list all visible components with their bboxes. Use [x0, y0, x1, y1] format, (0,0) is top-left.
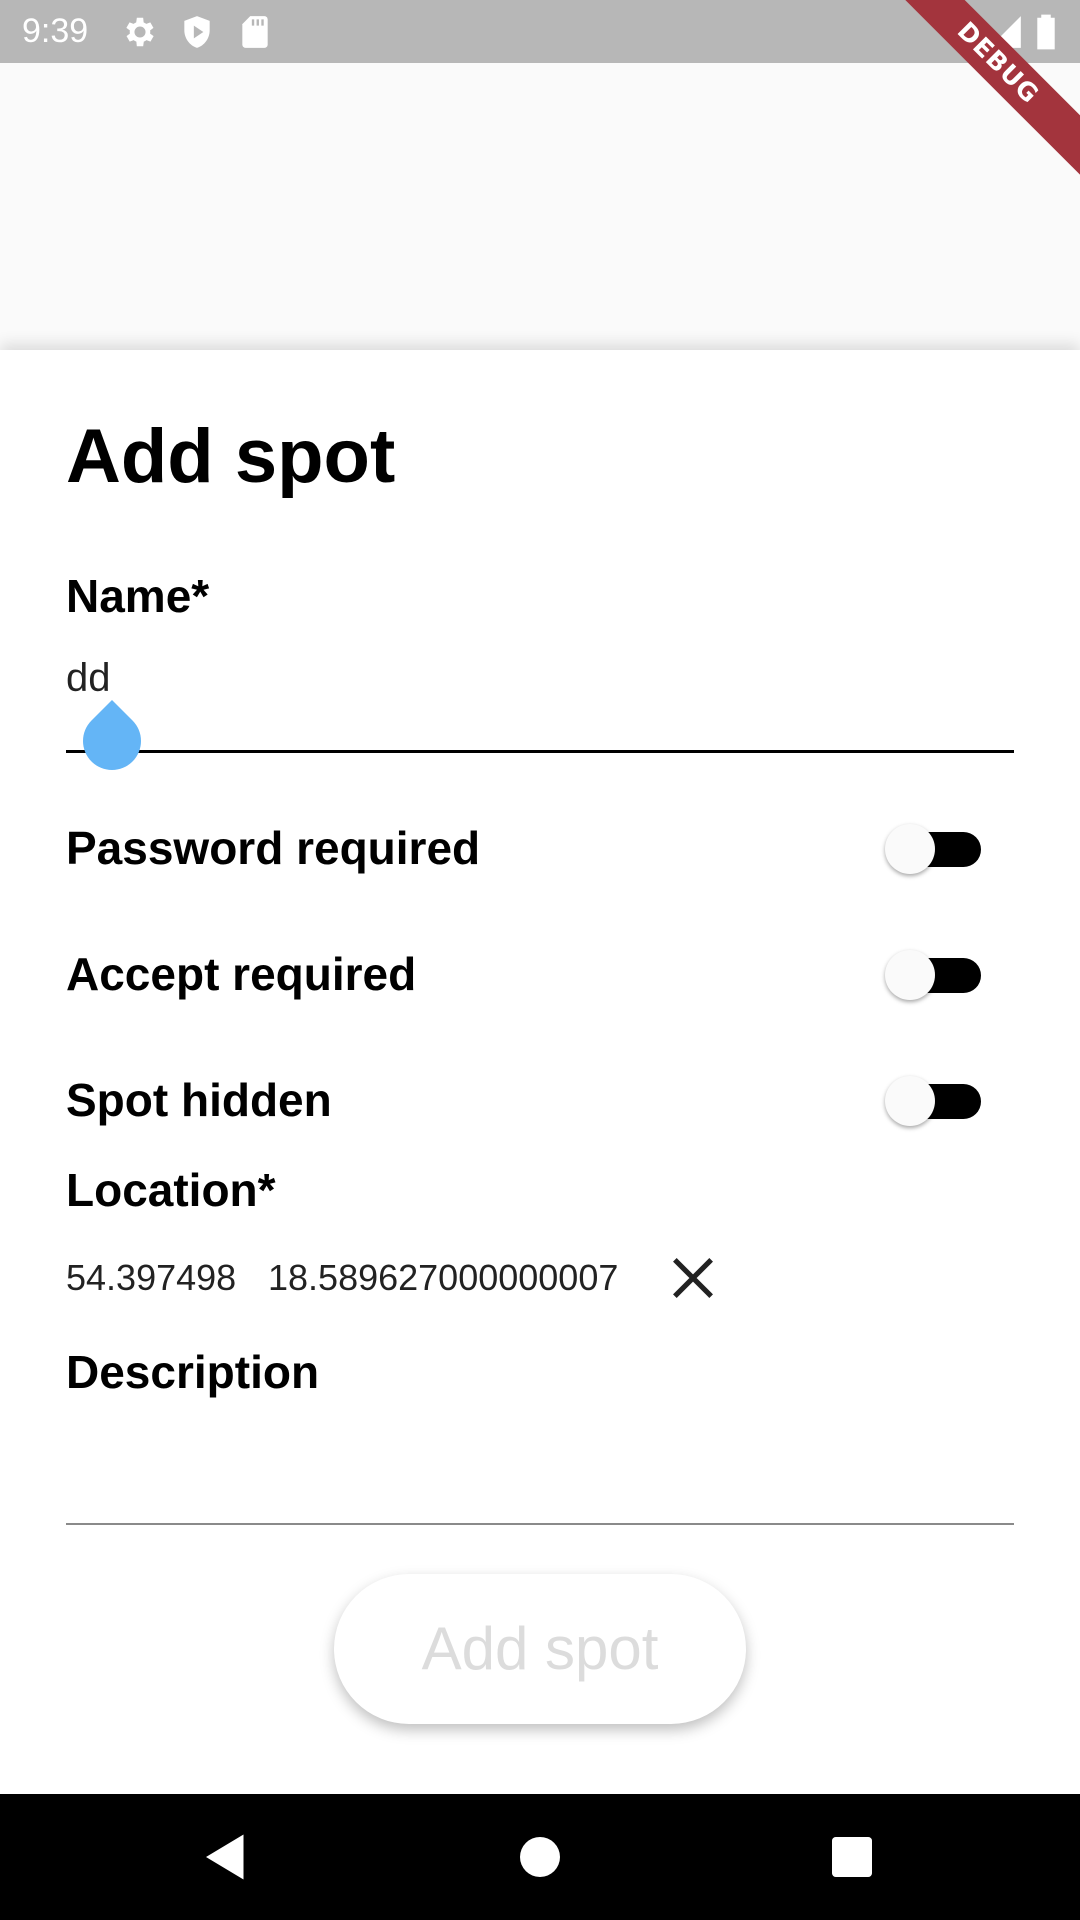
back-button[interactable]	[196, 1827, 256, 1887]
home-icon	[520, 1837, 560, 1877]
shield-icon	[178, 13, 216, 51]
sd-card-icon	[236, 13, 274, 51]
recents-button[interactable]	[822, 1827, 882, 1887]
home-button[interactable]	[510, 1827, 570, 1887]
accept-required-label: Accept required	[66, 948, 417, 1000]
navigation-bar	[0, 1794, 1080, 1920]
recents-icon	[832, 1837, 872, 1877]
clear-location-button[interactable]	[665, 1250, 721, 1306]
spot-hidden-label: Spot hidden	[66, 1074, 332, 1126]
switch-thumb	[885, 824, 935, 874]
name-label: Name*	[66, 570, 210, 622]
sheet-title: Add spot	[66, 414, 396, 499]
spot-hidden-switch[interactable]	[885, 1071, 981, 1131]
settings-icon	[121, 13, 159, 51]
description-input[interactable]	[66, 1420, 1014, 1476]
status-bar: 9:39 DEBUG	[0, 0, 1080, 184]
accept-required-switch[interactable]	[885, 945, 981, 1005]
location-latitude: 54.397498	[66, 1257, 237, 1298]
name-input[interactable]	[66, 650, 1014, 706]
password-required-label: Password required	[66, 822, 481, 874]
description-label: Description	[66, 1346, 320, 1398]
add-spot-button[interactable]: Add spot	[334, 1574, 746, 1724]
switch-thumb	[885, 950, 935, 1000]
status-time: 9:39	[22, 12, 89, 50]
add-spot-sheet: Add spot Name* Password required Accept …	[0, 350, 1080, 1794]
password-required-switch[interactable]	[885, 819, 981, 879]
switch-thumb	[885, 1076, 935, 1126]
text-cursor-handle[interactable]	[70, 699, 154, 783]
location-label: Location*	[66, 1164, 276, 1216]
description-underline	[66, 1523, 1014, 1525]
close-icon	[673, 1258, 713, 1298]
name-underline	[66, 750, 1014, 753]
battery-icon	[1031, 13, 1061, 51]
back-icon	[206, 1834, 244, 1880]
location-longitude: 18.589627000000007	[268, 1257, 619, 1298]
